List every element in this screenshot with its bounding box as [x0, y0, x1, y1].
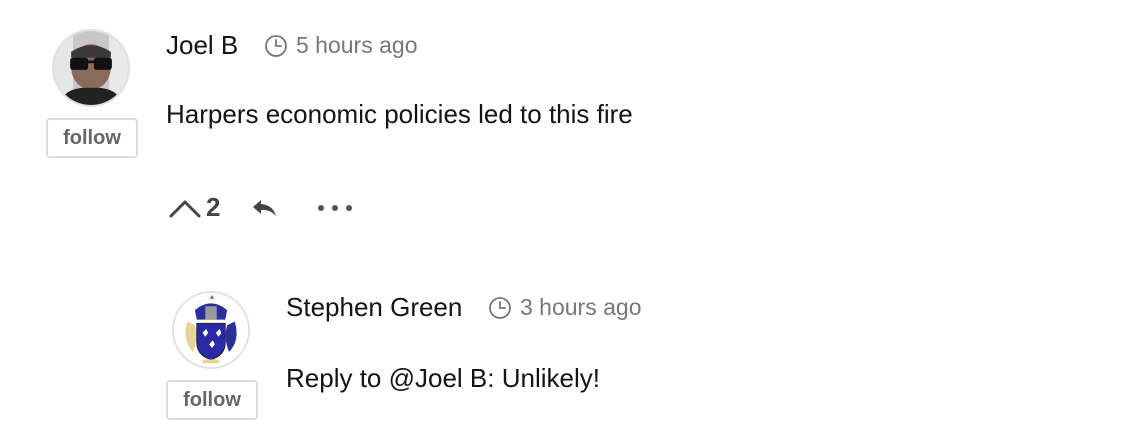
timestamp-text: 3 hours ago — [520, 294, 642, 320]
comment-actions: 2 — [168, 192, 356, 223]
clock-icon — [489, 296, 511, 319]
timestamp: 5 hours ago — [264, 32, 417, 59]
reply-arrow-icon[interactable] — [250, 196, 278, 220]
comment-text: Harpers economic policies led to this fi… — [166, 99, 633, 129]
avatar[interactable] — [52, 29, 130, 107]
follow-button[interactable]: follow — [46, 118, 138, 158]
comment-text: Reply to @Joel B: Unlikely! — [286, 363, 600, 393]
clock-icon — [265, 34, 287, 57]
more-dots-icon[interactable] — [316, 203, 356, 213]
upvote-chevron-icon — [169, 200, 201, 217]
author-name[interactable]: Joel B — [166, 30, 238, 61]
upvote-count: 2 — [206, 192, 221, 222]
timestamp: 3 hours ago — [488, 294, 641, 321]
author-name[interactable]: Stephen Green — [286, 292, 462, 323]
follow-button[interactable]: follow — [166, 380, 258, 420]
upvote-button[interactable]: 2 — [168, 192, 220, 223]
avatar[interactable] — [172, 291, 250, 369]
coat-of-arms-avatar — [174, 293, 248, 367]
timestamp-text: 5 hours ago — [296, 32, 418, 58]
avatar-photo — [54, 31, 128, 105]
